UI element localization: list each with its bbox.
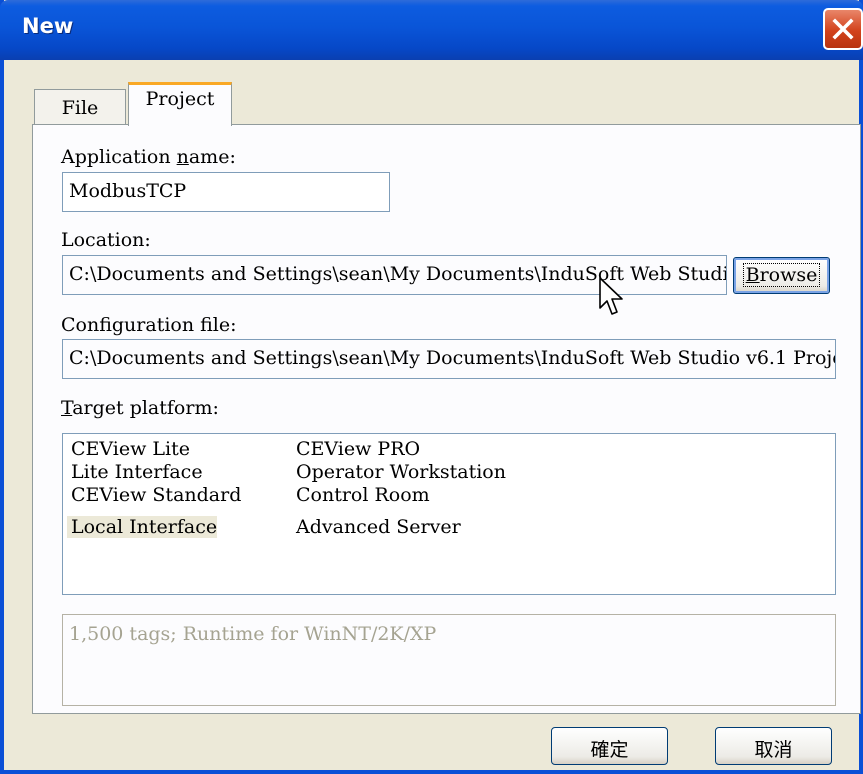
application-name-label-text: Application [61, 146, 177, 168]
list-item[interactable]: Operator Workstation [292, 461, 510, 483]
list-item[interactable]: CEView Lite [67, 438, 194, 460]
list-item[interactable]: CEView Standard [67, 484, 245, 506]
mouse-pointer-icon [599, 277, 623, 315]
window-title: New [22, 14, 74, 38]
browse-button-label: Browse [742, 263, 821, 287]
list-item-selected[interactable]: Local Interface [67, 516, 217, 538]
target-platform-label-rest: arget platform: [72, 397, 219, 419]
target-platform-accel: T [61, 397, 73, 419]
list-item[interactable]: Advanced Server [292, 516, 465, 538]
target-platform-label: Target platform: [61, 397, 219, 419]
list-item[interactable]: Control Room [292, 484, 434, 506]
ok-button[interactable]: 確定 [551, 727, 668, 765]
list-item[interactable]: CEView PRO [292, 438, 424, 460]
tab-file[interactable]: File [34, 89, 126, 125]
application-name-label-text-end: ame: [188, 146, 236, 168]
tab-file-label: File [61, 97, 99, 119]
application-name-label: Application name: [61, 146, 236, 168]
target-platform-list[interactable]: CEView Lite Lite Interface CEView Standa… [62, 433, 836, 595]
configuration-file-field[interactable]: C:\Documents and Settings\sean\My Docume… [62, 339, 836, 379]
browse-accel: B [745, 264, 760, 286]
location-field[interactable]: C:\Documents and Settings\sean\My Docume… [62, 255, 727, 295]
browse-button[interactable]: Browse [733, 257, 830, 294]
close-button[interactable] [823, 8, 863, 50]
close-icon [832, 18, 854, 40]
new-dialog-window: New File Project Application name: Modbu… [0, 0, 863, 774]
list-item[interactable]: Lite Interface [67, 461, 207, 483]
cancel-button[interactable]: 取消 [715, 727, 832, 765]
tab-project-label: Project [145, 88, 215, 110]
title-bar[interactable]: New [0, 0, 863, 60]
application-name-label-accel: n [176, 146, 189, 168]
location-label: Location: [61, 229, 151, 251]
tab-project[interactable]: Project [128, 82, 232, 126]
configuration-file-label: Configuration file: [61, 314, 237, 336]
application-name-input[interactable]: ModbusTCP [62, 172, 390, 212]
platform-description: 1,500 tags; Runtime for WinNT/2K/XP [62, 614, 836, 706]
browse-label-rest: rowse [759, 264, 818, 286]
